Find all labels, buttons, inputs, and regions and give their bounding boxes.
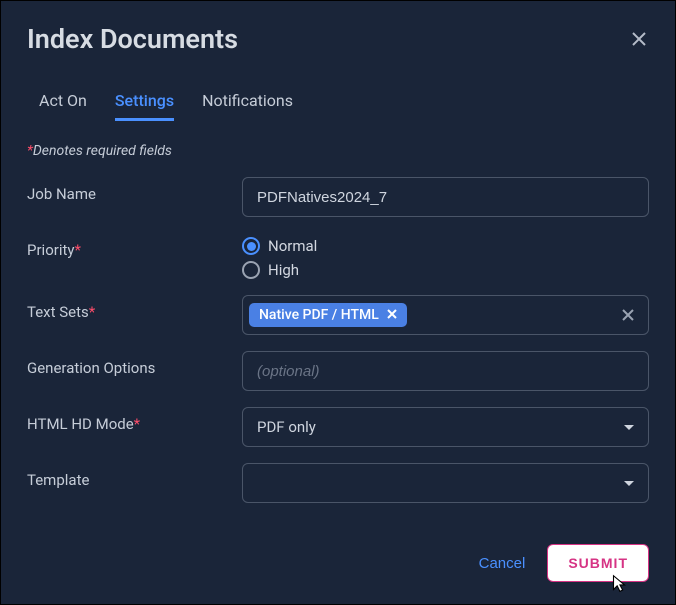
label-text-sets: Text Sets* (27, 295, 242, 321)
cursor-icon (608, 573, 630, 595)
row-generation-options: Generation Options (27, 351, 649, 391)
tab-notifications[interactable]: Notifications (202, 91, 293, 121)
label-html-hd-mode: HTML HD Mode* (27, 407, 242, 433)
text-sets-input[interactable]: Native PDF / HTML (242, 295, 649, 335)
radio-priority-high[interactable]: High (242, 261, 649, 279)
row-text-sets: Text Sets* Native PDF / HTML (27, 295, 649, 335)
row-job-name: Job Name (27, 177, 649, 217)
generation-options-input[interactable] (242, 351, 649, 391)
tab-act-on[interactable]: Act On (39, 91, 87, 121)
tag-native-pdf-html: Native PDF / HTML (249, 303, 407, 327)
radio-priority-normal[interactable]: Normal (242, 237, 649, 255)
label-priority: Priority* (27, 233, 242, 259)
tag-label: Native PDF / HTML (259, 307, 379, 323)
close-icon[interactable] (629, 29, 649, 49)
label-generation-options: Generation Options (27, 351, 242, 377)
template-select[interactable] (242, 463, 649, 503)
radio-icon (242, 237, 260, 255)
modal-title: Index Documents (27, 23, 238, 55)
required-fields-note: *Denotes required fields (27, 143, 649, 159)
required-text: Denotes required fields (33, 143, 172, 159)
tab-bar: Act On Settings Notifications (27, 91, 649, 121)
chevron-down-icon (624, 481, 634, 486)
html-hd-mode-select[interactable]: PDF only (242, 407, 649, 447)
row-html-hd-mode: HTML HD Mode* PDF only (27, 407, 649, 447)
modal-footer: Cancel SUBMIT (479, 544, 649, 582)
tag-remove-icon[interactable] (387, 307, 397, 323)
row-priority: Priority* Normal High (27, 233, 649, 279)
index-documents-modal: Index Documents Act On Settings Notifica… (0, 0, 676, 605)
select-value: PDF only (257, 418, 316, 436)
clear-all-icon[interactable] (620, 307, 636, 323)
row-template: Template (27, 463, 649, 503)
submit-button[interactable]: SUBMIT (547, 544, 649, 582)
job-name-input[interactable] (242, 177, 649, 217)
radio-icon (242, 261, 260, 279)
radio-label-normal: Normal (268, 237, 317, 255)
cancel-button[interactable]: Cancel (479, 555, 526, 572)
tab-settings[interactable]: Settings (115, 91, 174, 121)
radio-label-high: High (268, 261, 299, 279)
label-job-name: Job Name (27, 177, 242, 203)
modal-header: Index Documents (27, 23, 649, 55)
label-template: Template (27, 463, 242, 489)
chevron-down-icon (624, 425, 634, 430)
